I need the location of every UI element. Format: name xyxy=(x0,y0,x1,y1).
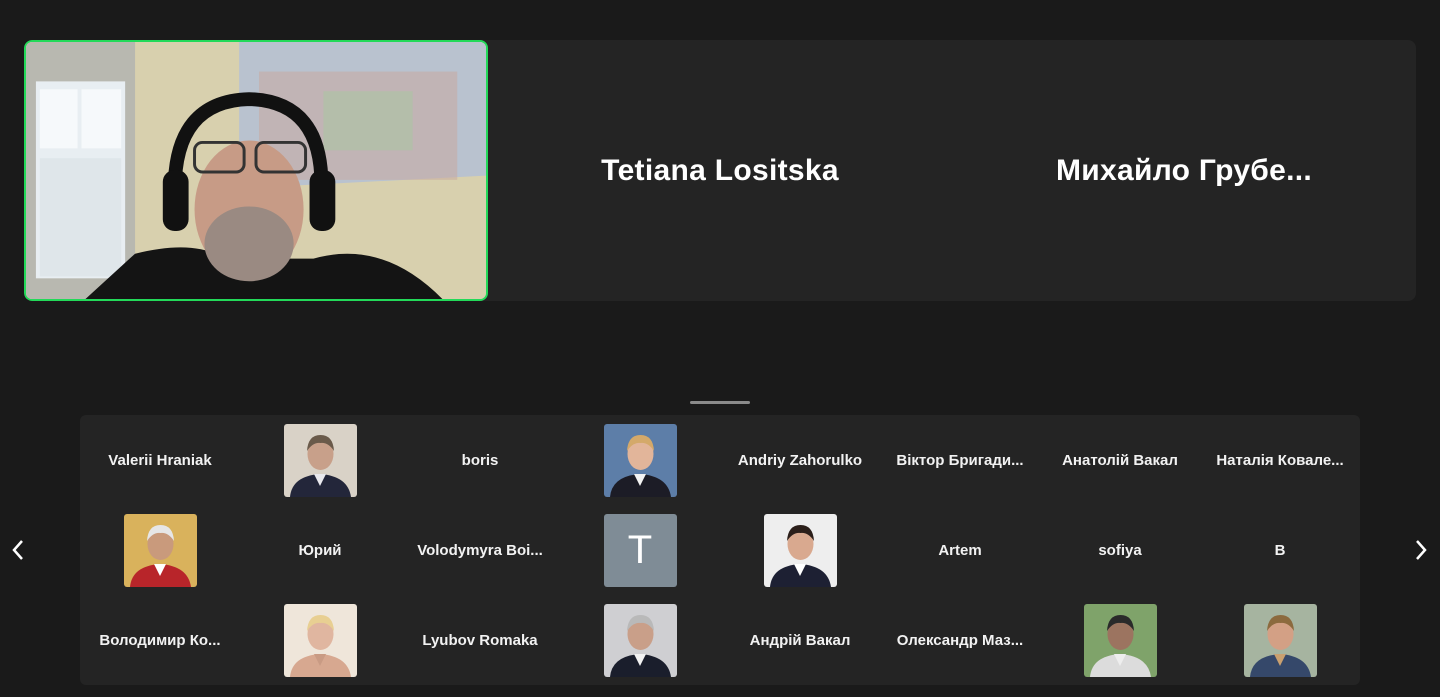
participant-name: Олександр Маз... xyxy=(896,631,1024,649)
participant-name: Володимир Ко... xyxy=(99,631,221,649)
participant-tile-photo[interactable] xyxy=(720,505,880,595)
participant-tile-photo[interactable] xyxy=(240,415,400,505)
participant-tile-name[interactable]: Tetiana Lositska xyxy=(488,40,952,301)
participant-name: Віктор Бригади... xyxy=(896,451,1024,469)
participant-tile-name[interactable]: Lyubov Romaka xyxy=(400,595,560,685)
chevron-right-icon[interactable] xyxy=(1409,535,1433,565)
man-smiling-icon xyxy=(603,423,677,497)
participant-name: Artem xyxy=(938,541,982,559)
participant-tile-name[interactable]: Андрій Вакал xyxy=(720,595,880,685)
woman-blonde-icon xyxy=(283,603,357,677)
participant-tile-name[interactable]: Віктор Бригади... xyxy=(880,415,1040,505)
participant-name: В xyxy=(1274,541,1286,559)
letter-avatar: T xyxy=(603,513,677,587)
gallery-resize-handle[interactable] xyxy=(690,401,750,404)
man-grey-hair-icon xyxy=(603,603,677,677)
woman-dark-hair-icon xyxy=(763,513,837,587)
participant-name: Юрий xyxy=(298,541,342,559)
active-speaker-video[interactable] xyxy=(24,40,488,301)
participant-tile-name[interactable]: sofiya xyxy=(1040,505,1200,595)
participant-name: Анатолій Вакал xyxy=(1062,451,1178,469)
participant-name: Volodymyra Boi... xyxy=(417,541,543,559)
participant-tile-name[interactable]: Анатолій Вакал xyxy=(1040,415,1200,505)
participant-tile-letter-avatar[interactable]: T xyxy=(560,505,720,595)
man-suit-icon xyxy=(283,423,357,497)
participant-tile-name[interactable]: Володимир Ко... xyxy=(80,595,240,685)
participant-name: Андрій Вакал xyxy=(749,631,851,649)
man-bearded-icon xyxy=(1243,603,1317,677)
participant-name: Михайло Грубе... xyxy=(1055,153,1313,187)
participant-name: Lyubov Romaka xyxy=(422,631,538,649)
chevron-left-icon[interactable] xyxy=(6,535,30,565)
participant-name: Наталія Ковале... xyxy=(1216,451,1344,469)
participant-tile-name[interactable]: Юрий xyxy=(240,505,400,595)
participant-tile-photo[interactable] xyxy=(560,595,720,685)
gallery-view: Valerii Hraniak boris Andriy Zahorulko Вікт… xyxy=(80,415,1360,685)
participant-tile-name[interactable]: В xyxy=(1200,505,1360,595)
speaker-video-frame xyxy=(26,42,486,299)
participant-name: boris xyxy=(461,451,499,469)
participant-tile-name[interactable]: Andriy Zahorulko xyxy=(720,415,880,505)
participant-tile-name[interactable]: Artem xyxy=(880,505,1040,595)
participant-tile-name[interactable]: boris xyxy=(400,415,560,505)
participant-name: Tetiana Lositska xyxy=(601,153,839,187)
participant-tile-name[interactable]: Volodymyra Boi... xyxy=(400,505,560,595)
participant-tile-photo[interactable] xyxy=(80,505,240,595)
participant-tile-photo[interactable] xyxy=(240,595,400,685)
participant-tile-name[interactable]: Олександр Маз... xyxy=(880,595,1040,685)
participant-tile-photo[interactable] xyxy=(1040,595,1200,685)
participant-name: Andriy Zahorulko xyxy=(737,451,863,469)
man-river-icon xyxy=(1083,603,1157,677)
participant-tile-name[interactable]: Михайло Грубе... xyxy=(952,40,1416,301)
participant-tile-photo[interactable] xyxy=(560,415,720,505)
participant-tile-name[interactable]: Valerii Hraniak xyxy=(80,415,240,505)
participant-tile-photo[interactable] xyxy=(1200,595,1360,685)
participant-name: sofiya xyxy=(1098,541,1142,559)
participant-name: Valerii Hraniak xyxy=(108,451,212,469)
speaker-strip: Tetiana Lositska Михайло Грубе... xyxy=(24,40,1416,301)
participant-tile-name[interactable]: Наталія Ковале... xyxy=(1200,415,1360,505)
man-outdoor-icon xyxy=(123,513,197,587)
